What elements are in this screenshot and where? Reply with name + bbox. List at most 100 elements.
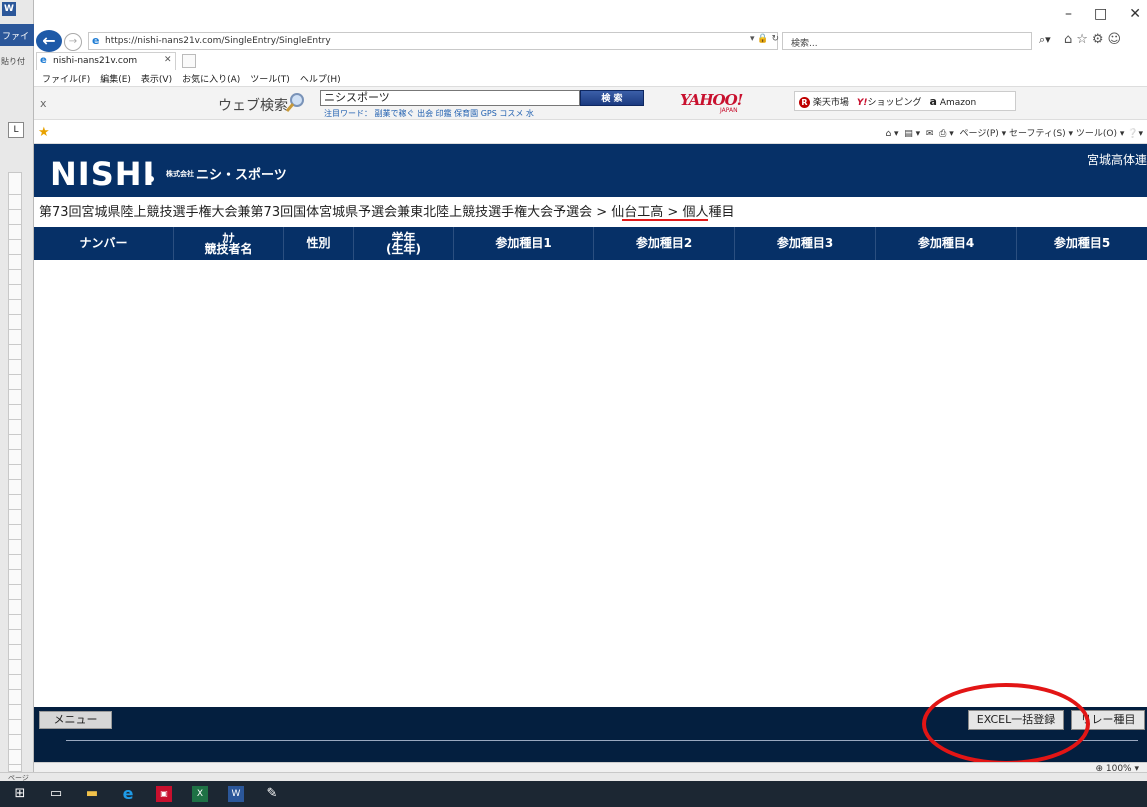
word-app-icon: W	[2, 2, 16, 16]
menu-view[interactable]: 表示(V)	[141, 72, 172, 85]
col-event2: 参加種目2	[594, 227, 735, 260]
rakuten-icon: R	[799, 96, 810, 108]
col-event4: 参加種目4	[876, 227, 1017, 260]
yahoo-japan-label: JAPAN	[720, 107, 738, 114]
help-icon[interactable]: ❔▾	[1127, 129, 1143, 139]
breadcrumb-competition[interactable]: 第73回宮城県陸上競技選手権大会兼第73回国体宮城県予選会兼東北陸上競技選手権大…	[39, 205, 592, 220]
yahoo-toolbar: x ウェブ検索 ニシスポーツ 検 索 注目ワード： 副業で稼ぐ 出会 印鑑 保育…	[34, 86, 1147, 120]
org-name: 宮城高体連	[1086, 153, 1147, 167]
home-favorites-settings-icons[interactable]: ⌂☆⚙☺	[1064, 32, 1125, 47]
menu-button[interactable]: メニュー	[39, 711, 112, 729]
search-icon[interactable]: ⌕▾	[1039, 33, 1051, 47]
col-event3: 参加種目3	[735, 227, 876, 260]
amazon-icon: a	[929, 94, 937, 108]
word-paste-label: 貼り付	[1, 57, 25, 66]
browser-window: – □ ✕ ← → https://nishi-nans21v.com/Sing…	[34, 0, 1147, 774]
app-red-icon[interactable]: ▣	[156, 786, 172, 802]
word-file-tab[interactable]: ファイ	[0, 24, 34, 46]
minimize-button[interactable]: –	[1065, 6, 1072, 24]
menu-help[interactable]: ヘルプ(H)	[300, 72, 341, 85]
address-bar[interactable]: https://nishi-nans21v.com/SingleEntry/Si…	[88, 32, 778, 50]
print-icon[interactable]: ⎙ ▾	[939, 129, 954, 139]
excel-icon[interactable]: X	[192, 786, 208, 802]
amazon-link[interactable]: a Amazon	[930, 95, 977, 108]
feeds-icon[interactable]: ▤ ▾	[904, 129, 920, 139]
annotation-underline	[622, 219, 708, 221]
breadcrumb-separator: >	[592, 205, 612, 220]
paint-icon[interactable]: ✎	[264, 786, 280, 802]
mail-icon[interactable]: ✉	[926, 129, 934, 139]
command-menus[interactable]: ページ(P) ▾ セーフティ(S) ▾ ツール(O) ▾	[960, 129, 1125, 139]
home-icon[interactable]: ⌂ ▾	[885, 129, 898, 139]
toolbar-close-icon[interactable]: x	[40, 97, 47, 110]
site-header: NISHI 株式会社 ニシ・スポーツ 宮城高体連	[34, 144, 1147, 197]
forward-arrow-icon[interactable]: →	[64, 33, 82, 51]
entry-table-header: ナンバー ｶﾅ 競技者名 性別 学年 (生年) 参加種目1 参加種目2 参加種目…	[34, 227, 1147, 260]
close-button[interactable]: ✕	[1129, 6, 1141, 24]
lock-refresh-icons[interactable]: ▾ 🔒 ↻	[750, 34, 779, 44]
word-tab-stop-button[interactable]: L	[8, 122, 24, 138]
menu-file[interactable]: ファイル(F)	[42, 72, 90, 85]
internet-explorer-icon[interactable]: e	[120, 786, 136, 802]
browser-status-bar	[34, 762, 1147, 772]
logo-dot	[148, 176, 154, 182]
url-text: https://nishi-nans21v.com/SingleEntry/Si…	[105, 36, 331, 46]
address-row: ← → https://nishi-nans21v.com/SingleEntr…	[34, 30, 1147, 52]
favorites-bar: ★ ⌂ ▾ ▤ ▾ ✉ ⎙ ▾ ページ(P) ▾ セーフティ(S) ▾ ツール(…	[34, 120, 1147, 144]
search-placeholder: 検索...	[791, 39, 818, 49]
file-explorer-icon[interactable]: ▬	[84, 786, 100, 802]
web-search-label: ウェブ検索	[218, 98, 288, 114]
amazon-label: Amazon	[939, 97, 977, 108]
menu-bar: ファイル(F) 編集(E) 表示(V) お気に入り(A) ツール(T) ヘルプ(…	[34, 70, 1147, 86]
col-grade: 学年 (生年)	[354, 227, 454, 260]
rakuten-label: 楽天市場	[812, 97, 849, 108]
title-bar: – □ ✕	[34, 0, 1147, 30]
breadcrumb: 第73回宮城県陸上競技選手権大会兼第73回国体宮城県予選会兼東北陸上競技選手権大…	[39, 201, 734, 220]
company-name: ニシ・スポーツ	[196, 168, 287, 183]
yshopping-link[interactable]: Y!ショッピング	[857, 95, 922, 108]
word-icon[interactable]: W	[228, 786, 244, 802]
entry-table-body	[34, 260, 1147, 707]
favorites-star-icon[interactable]: ★	[38, 125, 50, 140]
new-tab-button[interactable]	[182, 54, 196, 68]
yahoo-search-input[interactable]: ニシスポーツ	[320, 90, 580, 106]
ruler-ticks	[9, 180, 21, 765]
col-event1: 参加種目1	[454, 227, 594, 260]
company-prefix: 株式会社	[166, 170, 194, 178]
magnifier-icon	[284, 91, 308, 115]
ie-page-icon: e	[92, 34, 100, 47]
shopping-links: R 楽天市場 Y!ショッピング a Amazon	[794, 91, 1016, 111]
tab-row: nishi-nans21v.com e ✕	[34, 52, 1147, 70]
word-paste-button[interactable]: 貼り付	[1, 56, 31, 96]
command-bar[interactable]: ⌂ ▾ ▤ ▾ ✉ ⎙ ▾ ページ(P) ▾ セーフティ(S) ▾ ツール(O)…	[885, 126, 1143, 139]
breadcrumb-school[interactable]: 仙台工高	[611, 205, 663, 220]
col-name: ｶﾅ 競技者名	[174, 227, 284, 260]
close-tab-icon[interactable]: ✕	[164, 55, 172, 65]
rakuten-link[interactable]: R 楽天市場	[799, 95, 849, 108]
yahoo-search-button[interactable]: 検 索	[580, 90, 644, 106]
breadcrumb-current: 個人種目	[682, 205, 735, 220]
windows-taskbar: ⊞ ▭ ▬ e ▣ X W ✎	[0, 781, 1147, 807]
tab-title: nishi-nans21v.com	[53, 56, 138, 66]
tab-nishi[interactable]: nishi-nans21v.com	[36, 52, 176, 70]
col-event5: 参加種目5	[1053, 236, 1111, 250]
ie-tab-icon: e	[40, 55, 47, 66]
yshopping-label: ショッピング	[867, 97, 922, 108]
maximize-button[interactable]: □	[1094, 6, 1107, 24]
search-input[interactable]: 検索...	[782, 32, 1032, 50]
word-status-bar: ページ	[0, 772, 1147, 782]
back-arrow-icon[interactable]: ←	[36, 30, 62, 52]
breadcrumb-separator: >	[663, 205, 683, 220]
nishi-logo[interactable]: NISHI	[50, 155, 155, 193]
col-gender: 性別	[284, 227, 354, 260]
col-number: ナンバー	[34, 227, 174, 260]
annotation-circle	[922, 683, 1090, 765]
hot-words[interactable]: 注目ワード： 副業で稼ぐ 出会 印鑑 保育園 GPS コスメ 水	[324, 108, 534, 119]
windows-start-icon[interactable]: ⊞	[12, 786, 28, 802]
menu-tools[interactable]: ツール(T)	[250, 72, 290, 85]
yshopping-icon: Y!	[856, 97, 868, 108]
menu-favorites[interactable]: お気に入り(A)	[182, 72, 240, 85]
task-view-icon[interactable]: ▭	[48, 786, 64, 802]
menu-edit[interactable]: 編集(E)	[100, 72, 131, 85]
window-controls: – □ ✕	[1065, 6, 1141, 24]
